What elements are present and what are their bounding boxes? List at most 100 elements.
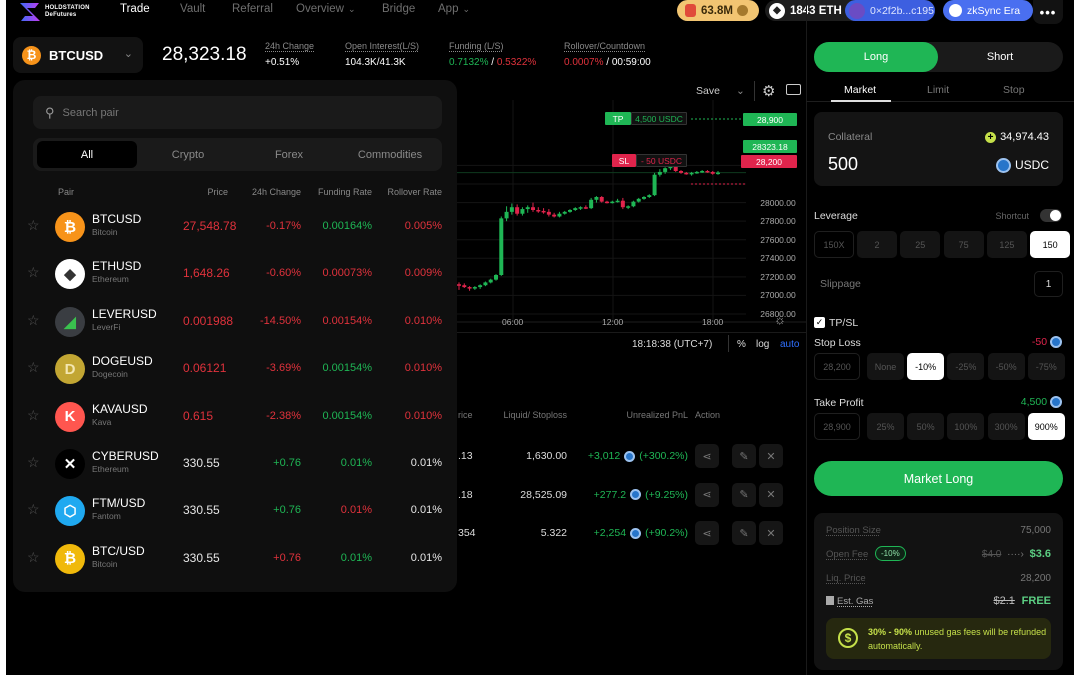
- tpsl-checkbox[interactable]: ✓: [814, 317, 825, 328]
- search-field[interactable]: ⚲: [33, 96, 442, 129]
- leverage-input[interactable]: 150X: [814, 231, 854, 258]
- tab-crypto[interactable]: Crypto: [138, 141, 238, 168]
- leverage-option[interactable]: 25: [900, 231, 941, 258]
- nav-link-trade[interactable]: Trade: [120, 3, 150, 15]
- favorite-star-icon[interactable]: ☆: [27, 312, 40, 329]
- last-price-label: 28323.18: [743, 140, 797, 153]
- pair-row[interactable]: ☆ ₿ BTC/USD Bitcoin 330.55 +0.76 0.01% 0.01%: [13, 536, 457, 583]
- pair-funding: 0.01%: [340, 551, 372, 564]
- nav-link-referral[interactable]: Referral: [232, 3, 273, 15]
- favorite-star-icon[interactable]: ☆: [27, 501, 40, 518]
- tp-tag[interactable]: TP: [605, 112, 631, 125]
- pair-row[interactable]: ☆ ◢ LEVERUSD LeverFi 0.001988 -14.50% 0.00154%…: [13, 299, 457, 346]
- more-menu-button[interactable]: •••: [1033, 0, 1063, 24]
- edit-button[interactable]: ✎: [732, 521, 756, 545]
- y-axis-tick: 28000.00: [760, 197, 796, 208]
- share-button[interactable]: ⋖: [695, 482, 719, 507]
- gas-new: FREE: [1021, 595, 1051, 607]
- favorite-star-icon[interactable]: ☆: [27, 217, 40, 234]
- pair-row[interactable]: ☆ ✕ CYBERUSD Ethereum 330.55 +0.76 0.01% 0.01%: [13, 441, 457, 488]
- tab-all[interactable]: All: [37, 141, 137, 168]
- add-funds-icon[interactable]: +: [985, 132, 997, 143]
- leverage-option[interactable]: 2: [857, 231, 897, 258]
- pair-row[interactable]: ☆ D DOGEUSD Dogecoin 0.06121 -3.69% 0.00154% 0.…: [13, 346, 457, 393]
- candle-body: [652, 174, 657, 196]
- pair-row[interactable]: ☆ ◆ ETHUSD Ethereum 1,648.26 -0.60% 0.00073% 0.…: [13, 251, 457, 298]
- search-input[interactable]: [62, 106, 403, 119]
- stop-loss-option[interactable]: -75%: [1027, 353, 1065, 380]
- wallet-address-button[interactable]: 0×2f2b...c195: [845, 0, 935, 21]
- points-badge[interactable]: 63.8M: [677, 0, 759, 21]
- candle-body: [615, 200, 620, 203]
- leverage-option[interactable]: 125: [986, 231, 1027, 258]
- pair-selector[interactable]: ₿ BTCUSD ⌄: [13, 37, 143, 73]
- take-profit-option[interactable]: 900%: [1027, 413, 1065, 440]
- stop-loss-option[interactable]: -25%: [947, 353, 985, 380]
- favorite-star-icon[interactable]: ☆: [27, 407, 40, 424]
- long-tab[interactable]: Long: [814, 42, 938, 72]
- favorite-star-icon[interactable]: ☆: [27, 454, 40, 471]
- market-long-button[interactable]: Market Long: [814, 461, 1063, 496]
- share-button[interactable]: ⋖: [695, 444, 719, 468]
- y-axis-tick: 27400.00: [760, 253, 796, 264]
- favorite-star-icon[interactable]: ☆: [27, 359, 40, 376]
- save-layout-button[interactable]: Save: [696, 85, 720, 97]
- edit-button[interactable]: ✎: [732, 444, 756, 468]
- pair-row[interactable]: ☆ ⬡ FTM/USD Fantom 330.55 +0.76 0.01% 0.01%: [13, 488, 457, 535]
- token-selector[interactable]: USDC: [995, 158, 1049, 174]
- take-profit-option[interactable]: 50%: [907, 413, 945, 440]
- leverage-option[interactable]: 150: [1030, 231, 1071, 258]
- share-button[interactable]: ⋖: [695, 521, 719, 545]
- network-button[interactable]: zkSync Era: [943, 0, 1033, 21]
- stop-loss-price-input[interactable]: 28,200: [814, 353, 860, 380]
- holdstation-logo-icon[interactable]: [19, 2, 41, 22]
- balance: +34,974.43: [985, 131, 1049, 143]
- pair-symbol: LEVERUSD: [92, 306, 157, 321]
- close-button[interactable]: ✕: [759, 444, 783, 468]
- stat-label: Rollover/Countdown: [564, 41, 646, 51]
- nav-link-overview[interactable]: Overview ⌄: [296, 3, 355, 15]
- wallet-address: 0×2f2b...c195: [870, 4, 934, 17]
- stop-loss-option[interactable]: -10%: [907, 353, 945, 380]
- nav-link-bridge[interactable]: Bridge: [382, 3, 415, 15]
- favorite-star-icon[interactable]: ☆: [27, 264, 40, 281]
- tab-market[interactable]: Market: [844, 84, 876, 96]
- short-tab[interactable]: Short: [938, 42, 1062, 72]
- camera-icon[interactable]: [786, 84, 801, 95]
- liq-price-label: Liq. Price: [826, 573, 866, 584]
- pair-change: +0.76: [273, 504, 301, 517]
- nav-link-app[interactable]: App ⌄: [438, 3, 470, 15]
- edit-button[interactable]: ✎: [732, 482, 756, 507]
- take-profit-price-input[interactable]: 28,900: [814, 413, 860, 440]
- take-profit-option[interactable]: 100%: [947, 413, 985, 440]
- take-profit-option[interactable]: 25%: [867, 413, 904, 440]
- tab-commodities[interactable]: Commodities: [340, 141, 440, 168]
- close-button[interactable]: ✕: [759, 482, 783, 507]
- log-scale-toggle[interactable]: log: [756, 339, 769, 350]
- tab-limit[interactable]: Limit: [927, 84, 949, 96]
- auto-scale-toggle[interactable]: auto: [780, 339, 799, 350]
- favorite-star-icon[interactable]: ☆: [27, 549, 40, 566]
- pair-row[interactable]: ☆ K KAVAUSD Kava 0.615 -2.38% 0.00154% 0.010%: [13, 394, 457, 441]
- wallet-badge[interactable]: ◆ 1843 ETH 0×2f2b...c195: [765, 0, 935, 21]
- nav-link-vault[interactable]: Vault: [180, 3, 205, 15]
- candle-body: [583, 207, 588, 209]
- chevron-down-icon[interactable]: ⌄: [736, 85, 745, 97]
- stop-loss-option[interactable]: None: [867, 353, 904, 380]
- take-profit-value: 4,500: [1020, 396, 1048, 408]
- percent-scale-toggle[interactable]: %: [737, 339, 746, 350]
- settings-gear-icon[interactable]: ⚙: [762, 82, 775, 100]
- axis-settings-icon[interactable]: ☼: [774, 312, 786, 327]
- tab-forex[interactable]: Forex: [239, 141, 339, 168]
- sl-tag[interactable]: SL: [612, 154, 636, 167]
- collateral-input[interactable]: [828, 154, 948, 175]
- shortcut-toggle[interactable]: [1040, 209, 1062, 222]
- pair-row[interactable]: ☆ ₿ BTCUSD Bitcoin 27,548.78 -0.17% 0.00164% 0.…: [13, 204, 457, 251]
- slippage-label: Slippage: [820, 278, 861, 290]
- stop-loss-option[interactable]: -50%: [987, 353, 1025, 380]
- close-button[interactable]: ✕: [759, 521, 783, 545]
- tab-stop[interactable]: Stop: [1003, 84, 1025, 96]
- slippage-input[interactable]: 1: [1034, 271, 1063, 297]
- leverage-option[interactable]: 75: [943, 231, 984, 258]
- take-profit-option[interactable]: 300%: [987, 413, 1025, 440]
